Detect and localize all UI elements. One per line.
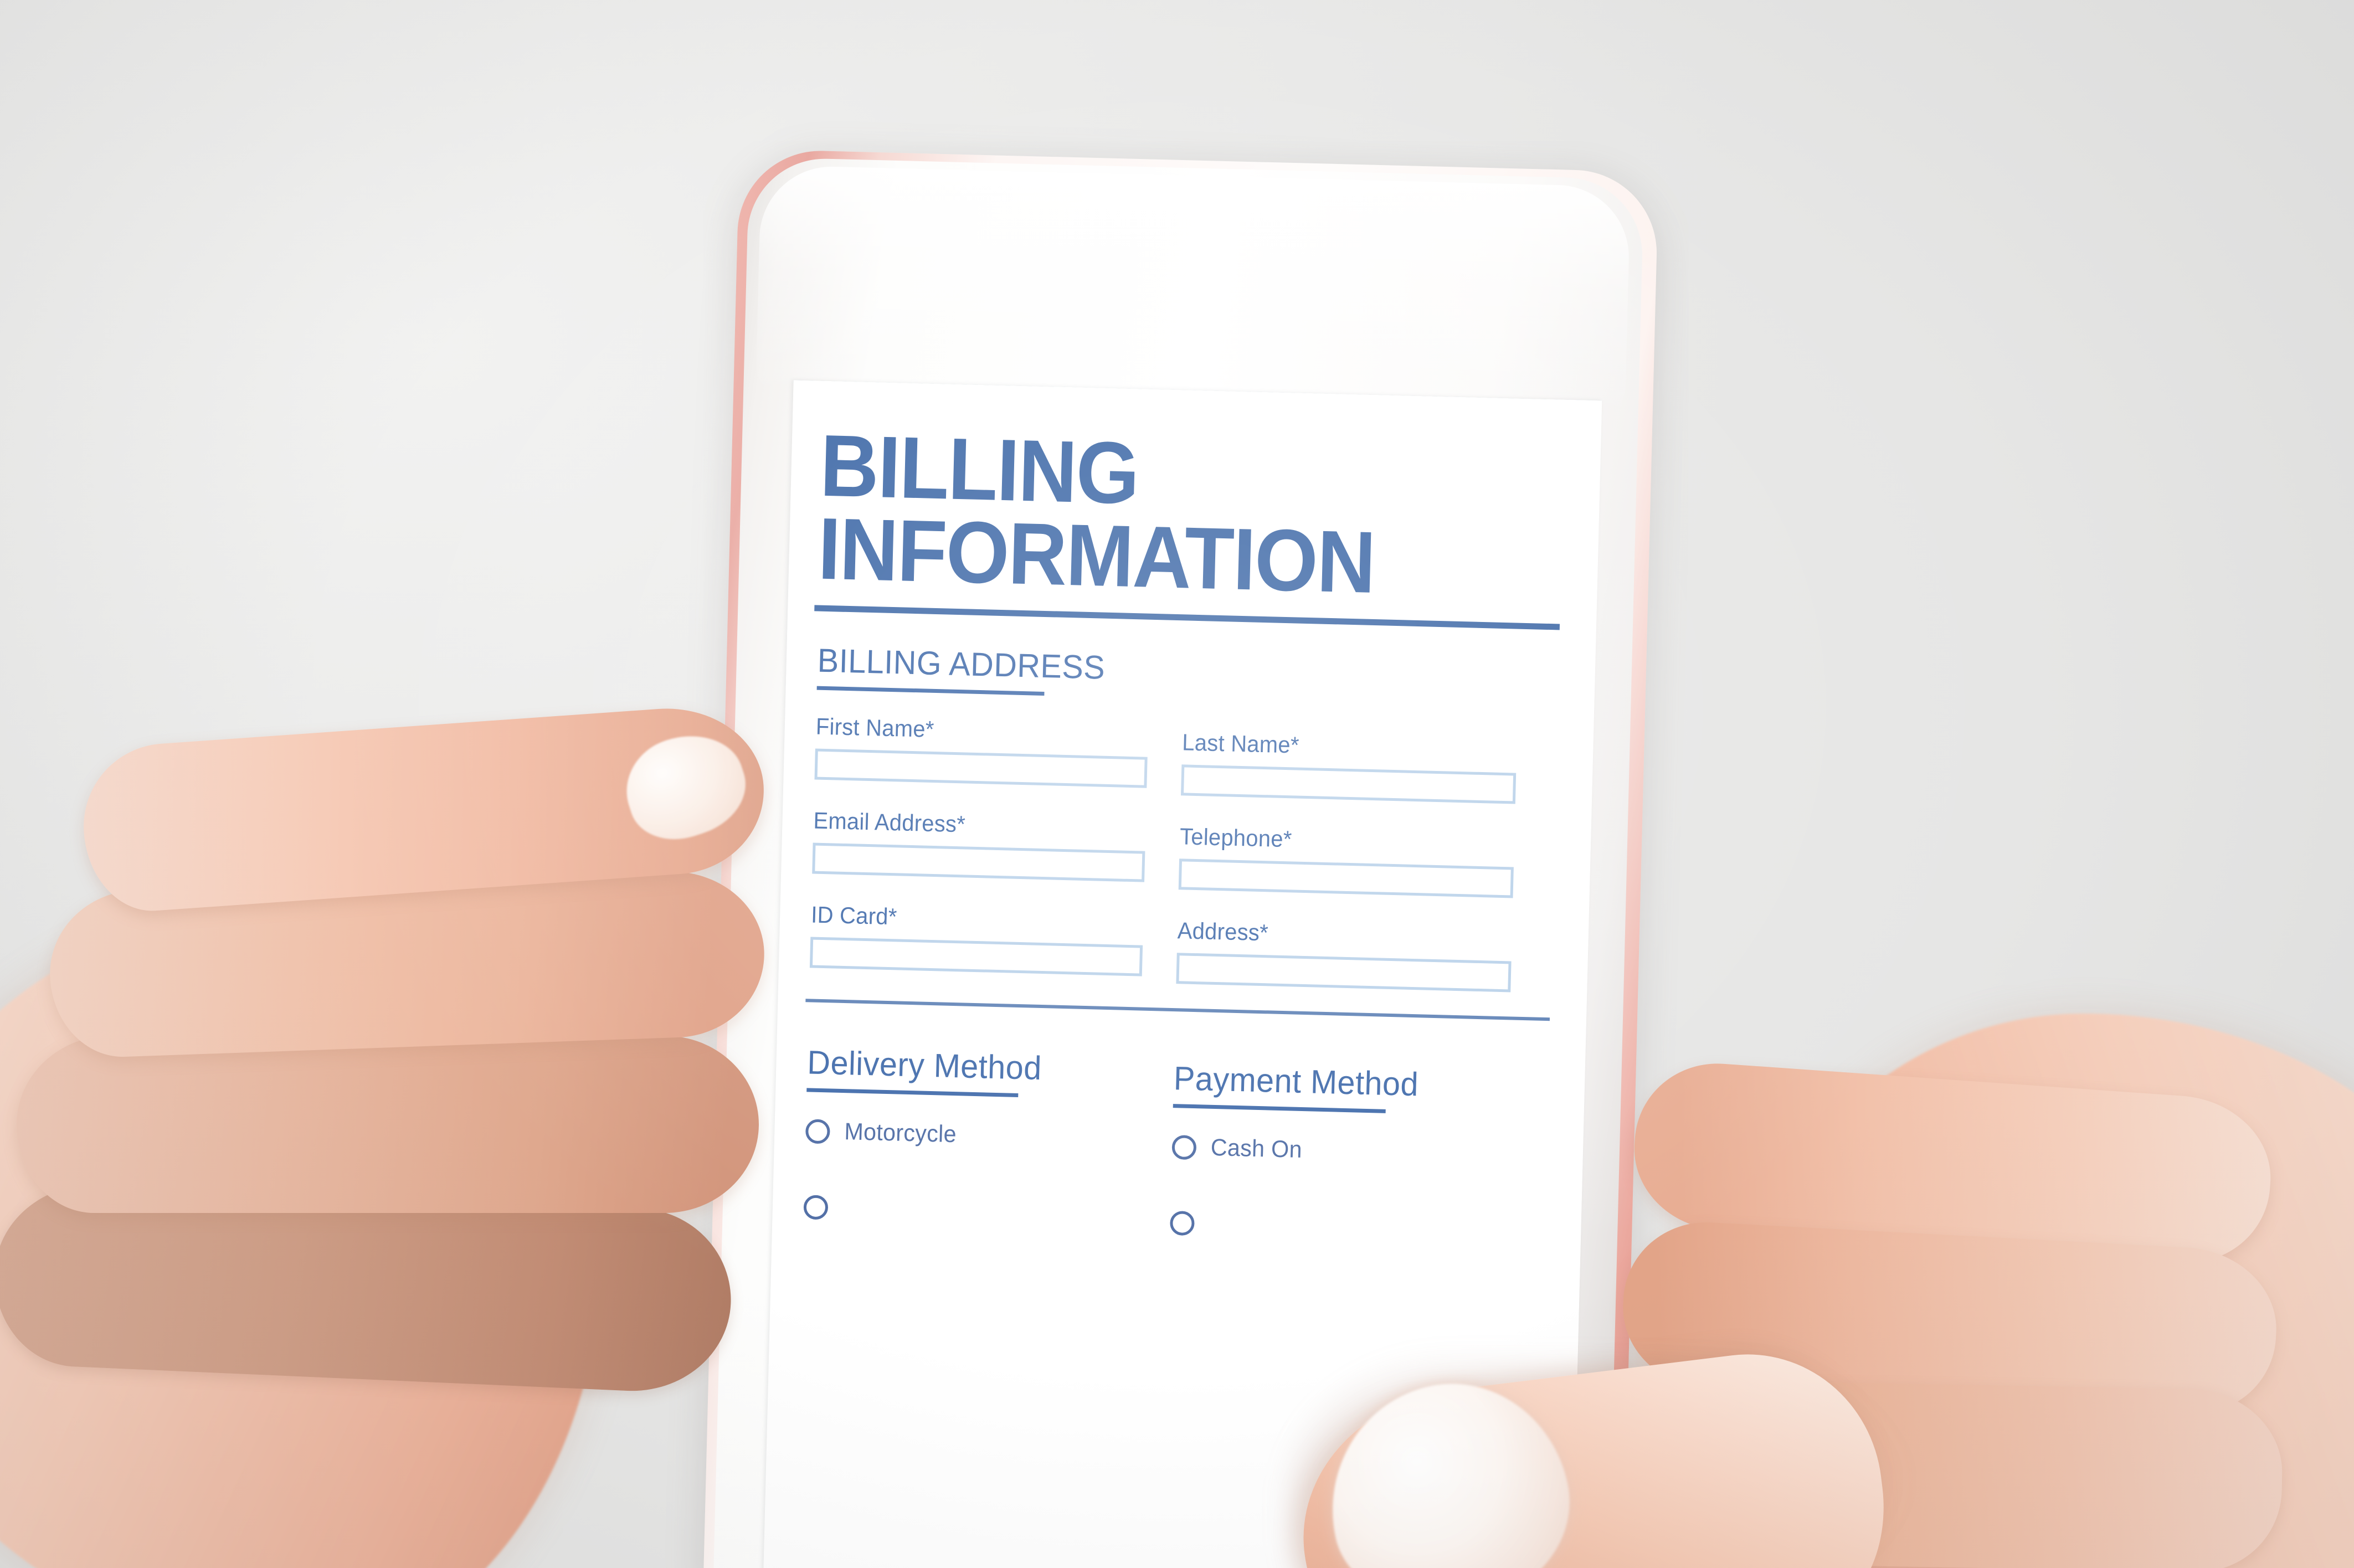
- section-divider: [805, 999, 1550, 1021]
- field-label-last-name: Last Name*: [1181, 729, 1300, 758]
- field-address: Address*: [1176, 917, 1512, 993]
- field-label-id-card: ID Card*: [810, 901, 898, 930]
- radio-label-motorcycle: Motorcycle: [844, 1118, 957, 1148]
- section-heading-payment-method: Payment Method: [1173, 1059, 1419, 1114]
- radio-icon[interactable]: [803, 1195, 829, 1220]
- field-label-telephone: Telephone*: [1179, 823, 1293, 852]
- phone-screen[interactable]: BILLING INFORMATION BILLING ADDRESS Firs…: [763, 380, 1602, 1568]
- right-hand-finger-3: [1627, 1379, 2284, 1568]
- section-heading-underline: [1173, 1104, 1386, 1113]
- section-heading-billing-address: BILLING ADDRESS: [816, 641, 1106, 697]
- field-email-address: Email Address*: [812, 808, 1146, 882]
- section-heading-billing-address-label: BILLING ADDRESS: [817, 641, 1106, 686]
- section-heading-delivery-method: Delivery Method: [806, 1043, 1042, 1098]
- radio-label-cash-on: Cash On: [1210, 1134, 1303, 1164]
- email-address-input[interactable]: [812, 842, 1145, 882]
- address-input[interactable]: [1176, 953, 1512, 993]
- field-last-name: Last Name*: [1180, 729, 1517, 804]
- left-hand-finger-2: [47, 868, 767, 1060]
- last-name-input[interactable]: [1180, 764, 1517, 804]
- right-hand-blurred-mass: [1972, 1041, 2354, 1567]
- billing-form-page: BILLING INFORMATION BILLING ADDRESS Firs…: [763, 380, 1602, 1568]
- section-heading-underline: [806, 1088, 1019, 1098]
- left-hand-finger-4: [0, 1180, 735, 1395]
- first-name-input[interactable]: [814, 748, 1148, 788]
- field-label-email-address: Email Address*: [813, 807, 966, 837]
- field-telephone: Telephone*: [1178, 823, 1515, 898]
- radio-option-cash-on[interactable]: Cash On: [1171, 1133, 1306, 1164]
- page-title-line2: INFORMATION: [816, 500, 1376, 611]
- title-divider: [814, 605, 1560, 630]
- page-title: BILLING INFORMATION: [816, 417, 1511, 611]
- left-hand-palm: [0, 908, 604, 1568]
- field-id-card: ID Card*: [809, 901, 1144, 976]
- radio-icon[interactable]: [1169, 1211, 1195, 1236]
- right-hand-finger-1: [1628, 1058, 2276, 1268]
- right-hand-palm: [1739, 1014, 2354, 1568]
- field-label-first-name: First Name*: [815, 713, 935, 742]
- screenshot-stage: BILLING INFORMATION BILLING ADDRESS Firs…: [0, 0, 2354, 1568]
- section-heading-delivery-method-label: Delivery Method: [806, 1043, 1042, 1087]
- left-hand-index-finger: [78, 702, 769, 916]
- smartphone: BILLING INFORMATION BILLING ADDRESS Firs…: [703, 148, 1669, 1568]
- field-label-address: Address*: [1177, 917, 1269, 946]
- field-first-name: First Name*: [814, 713, 1148, 788]
- left-hand-finger-3: [17, 1036, 759, 1213]
- id-card-input[interactable]: [809, 937, 1143, 976]
- radio-option-delivery-2[interactable]: [803, 1195, 842, 1220]
- telephone-input[interactable]: [1178, 858, 1514, 898]
- radio-option-payment-2[interactable]: [1169, 1211, 1209, 1236]
- radio-icon[interactable]: [805, 1118, 830, 1144]
- section-heading-payment-method-label: Payment Method: [1173, 1060, 1419, 1103]
- right-hand-finger-2: [1618, 1218, 2281, 1418]
- radio-option-motorcycle[interactable]: Motorcycle: [805, 1117, 962, 1148]
- radio-icon[interactable]: [1171, 1134, 1197, 1160]
- section-heading-underline: [816, 686, 1045, 696]
